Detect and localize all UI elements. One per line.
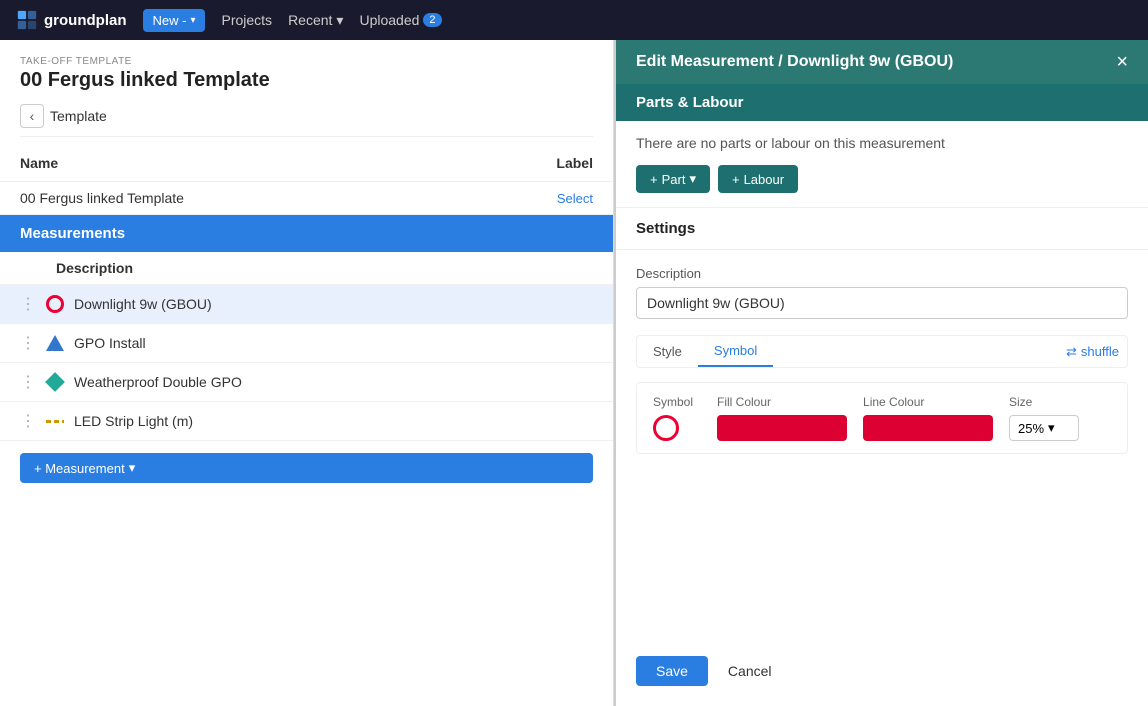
drag-handle-icon[interactable]: ⋮	[20, 294, 36, 314]
drag-handle-icon[interactable]: ⋮	[20, 372, 36, 392]
left-top: TAKE-OFF TEMPLATE 00 Fergus linked Templ…	[0, 40, 613, 145]
new-label: New -	[153, 13, 187, 28]
size-select[interactable]: 25% ▾	[1009, 415, 1079, 441]
description-input[interactable]	[636, 287, 1128, 319]
labour-plus-icon: +	[732, 172, 740, 187]
diamond-icon	[44, 371, 66, 393]
part-plus-icon: +	[650, 172, 658, 187]
add-measurement-button[interactable]: + Measurement ▾	[20, 453, 593, 483]
style-tabs: Style Symbol ⇄ shuffle	[636, 335, 1128, 368]
new-caret-icon: ▾	[190, 15, 195, 26]
drag-handle-icon[interactable]: ⋮	[20, 333, 36, 353]
template-select-link[interactable]: Select	[557, 191, 593, 206]
measurement-label-1: Downlight 9w (GBOU)	[74, 296, 593, 312]
logo-text: groundplan	[44, 12, 127, 29]
template-title: 00 Fergus linked Template	[20, 69, 593, 92]
measurement-label-3: Weatherproof Double GPO	[74, 374, 593, 390]
size-col: Size 25% ▾	[1009, 395, 1079, 441]
circle-icon	[44, 293, 66, 315]
measurement-row-4[interactable]: ⋮ LED Strip Light (m)	[0, 402, 613, 441]
tab-symbol[interactable]: Symbol	[698, 336, 773, 367]
add-part-label: Part	[662, 172, 686, 187]
save-button[interactable]: Save	[636, 656, 708, 686]
measurement-row-2[interactable]: ⋮ GPO Install	[0, 324, 613, 363]
projects-link[interactable]: Projects	[221, 12, 272, 28]
logo: groundplan	[16, 9, 127, 31]
add-measurement-label: + Measurement	[34, 461, 125, 476]
col-label-header: Label	[513, 155, 593, 171]
uploaded-link[interactable]: Uploaded 2	[359, 12, 441, 28]
measurements-col-desc: Description	[20, 260, 593, 276]
line-colour-picker[interactable]	[863, 415, 993, 441]
shuffle-label: shuffle	[1081, 344, 1119, 359]
settings-header: Settings	[616, 208, 1148, 250]
settings-section: Settings Description Style Symbol ⇄ shuf…	[616, 208, 1148, 646]
line-colour-label: Line Colour	[863, 395, 924, 409]
symbol-row: Symbol Fill Colour Line Colour Size	[636, 382, 1128, 454]
measurements-table-header: Description	[0, 252, 613, 285]
settings-title: Settings	[636, 220, 695, 237]
add-measurement-caret: ▾	[129, 460, 136, 476]
measurement-row-1[interactable]: ⋮ Downlight 9w (GBOU)	[0, 285, 613, 324]
dash-icon	[44, 410, 66, 432]
table-header: Name Label	[0, 145, 613, 182]
fill-colour-col: Fill Colour	[717, 395, 847, 441]
recent-link[interactable]: Recent ▾	[288, 12, 343, 29]
modal-title: Edit Measurement / Downlight 9w (GBOU)	[636, 53, 953, 71]
size-caret-icon: ▾	[1048, 420, 1055, 436]
pl-buttons: + Part ▾ + Labour	[636, 165, 1128, 193]
parts-labour-title: Parts & Labour	[636, 94, 744, 111]
uploaded-label: Uploaded	[359, 12, 419, 28]
left-panel: TAKE-OFF TEMPLATE 00 Fergus linked Templ…	[0, 40, 614, 706]
part-caret-icon: ▾	[689, 171, 696, 187]
tab-style[interactable]: Style	[637, 337, 698, 366]
modal-header: Edit Measurement / Downlight 9w (GBOU) ×	[616, 40, 1148, 84]
size-value: 25%	[1018, 421, 1044, 436]
symbol-col-label: Symbol	[653, 395, 693, 409]
description-label: Description	[636, 266, 1128, 281]
action-buttons: Save Cancel	[616, 646, 1148, 706]
projects-label: Projects	[221, 12, 272, 28]
size-col-label: Size	[1009, 395, 1032, 409]
right-panel: Edit Measurement / Downlight 9w (GBOU) ×…	[614, 40, 1148, 706]
fill-colour-label: Fill Colour	[717, 395, 771, 409]
triangle-icon	[44, 332, 66, 354]
cancel-button[interactable]: Cancel	[718, 656, 782, 686]
parts-labour-body: There are no parts or labour on this mea…	[616, 121, 1148, 207]
drag-handle-icon[interactable]: ⋮	[20, 411, 36, 431]
topnav: groundplan New - ▾ Projects Recent ▾ Upl…	[0, 0, 1148, 40]
breadcrumb-text: Template	[50, 108, 107, 124]
logo-icon	[16, 9, 38, 31]
uploaded-badge: 2	[423, 13, 441, 27]
parts-labour-section: Parts & Labour There are no parts or lab…	[616, 84, 1148, 207]
col-name-header: Name	[20, 155, 513, 171]
add-labour-label: Labour	[744, 172, 784, 187]
measurements-title: Measurements	[20, 225, 125, 242]
settings-body: Description Style Symbol ⇄ shuffle Symbo…	[616, 250, 1148, 470]
shuffle-icon: ⇄	[1066, 344, 1077, 360]
modal-close-button[interactable]: ×	[1116, 52, 1128, 72]
measurement-label-2: GPO Install	[74, 335, 593, 351]
add-labour-button[interactable]: + Labour	[718, 165, 798, 193]
no-parts-text: There are no parts or labour on this mea…	[636, 135, 1128, 151]
symbol-col: Symbol	[653, 395, 693, 441]
template-row-name: 00 Fergus linked Template	[20, 190, 557, 206]
fill-colour-picker[interactable]	[717, 415, 847, 441]
breadcrumb: ‹ Template	[20, 104, 593, 137]
recent-caret-icon: ▾	[336, 12, 343, 29]
line-colour-col: Line Colour	[863, 395, 993, 441]
add-part-button[interactable]: + Part ▾	[636, 165, 710, 193]
symbol-preview-circle[interactable]	[653, 415, 679, 441]
new-button[interactable]: New - ▾	[143, 9, 206, 32]
parts-labour-header: Parts & Labour	[616, 84, 1148, 121]
measurement-row-3[interactable]: ⋮ Weatherproof Double GPO	[0, 363, 613, 402]
breadcrumb-back-button[interactable]: ‹	[20, 104, 44, 128]
recent-label: Recent	[288, 12, 332, 28]
main-area: TAKE-OFF TEMPLATE 00 Fergus linked Templ…	[0, 40, 1148, 706]
measurement-label-4: LED Strip Light (m)	[74, 413, 593, 429]
take-off-label: TAKE-OFF TEMPLATE	[20, 56, 593, 67]
shuffle-button[interactable]: ⇄ shuffle	[1058, 340, 1127, 364]
measurements-header: Measurements	[0, 215, 613, 252]
template-row: 00 Fergus linked Template Select	[0, 182, 613, 215]
